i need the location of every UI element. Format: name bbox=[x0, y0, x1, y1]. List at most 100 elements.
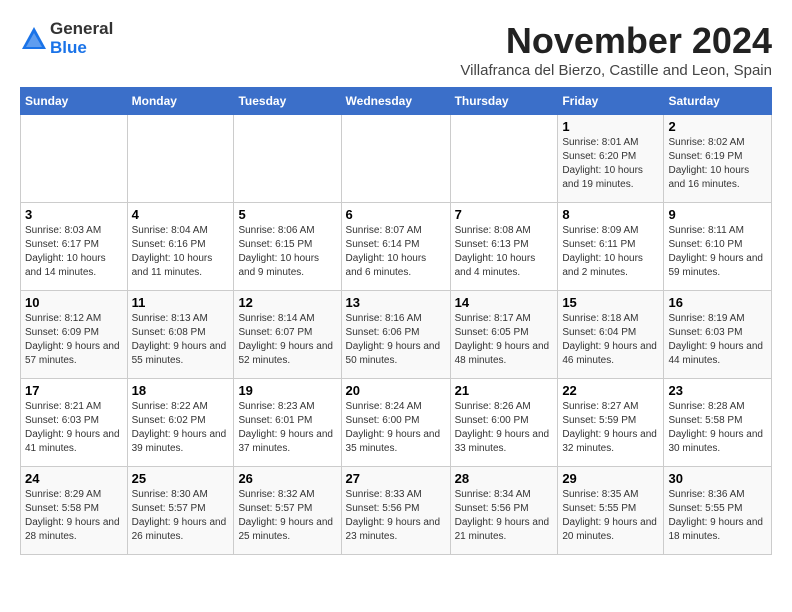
calendar-cell: 2 Sunrise: 8:02 AM Sunset: 6:19 PM Daylig… bbox=[664, 115, 772, 203]
day-number: 30 bbox=[668, 471, 767, 486]
calendar-week-row: 1 Sunrise: 8:01 AM Sunset: 6:20 PM Daylig… bbox=[21, 115, 772, 203]
day-info: Sunrise: 8:07 AM Sunset: 6:14 PM Dayligh… bbox=[346, 224, 446, 280]
day-info: Sunrise: 8:21 AM Sunset: 6:03 PM Dayligh… bbox=[25, 400, 123, 456]
logo: General Blue bbox=[20, 20, 113, 57]
day-info: Sunrise: 8:13 AM Sunset: 6:08 PM Dayligh… bbox=[132, 312, 230, 368]
calendar-cell: 20 Sunrise: 8:24 AM Sunset: 6:00 PM Dayli… bbox=[341, 379, 450, 467]
logo-icon bbox=[20, 25, 48, 53]
location-subtitle: Villafranca del Bierzo, Castille and Leo… bbox=[460, 62, 772, 79]
day-number: 14 bbox=[455, 295, 554, 310]
calendar-cell: 5Sunrise: 8:06 AM Sunset: 6:15 PM Daylig… bbox=[234, 203, 341, 291]
calendar-cell: 8Sunrise: 8:09 AM Sunset: 6:11 PM Daylig… bbox=[558, 203, 664, 291]
calendar-cell: 4 Sunrise: 8:04 AM Sunset: 6:16 PM Daylig… bbox=[127, 203, 234, 291]
calendar-cell: 14Sunrise: 8:17 AM Sunset: 6:05 PM Dayli… bbox=[450, 291, 558, 379]
day-number: 29 bbox=[562, 471, 659, 486]
logo-blue: Blue bbox=[50, 39, 113, 58]
calendar-cell bbox=[234, 115, 341, 203]
day-number: 7 bbox=[455, 207, 554, 222]
weekday-header-sunday: Sunday bbox=[21, 88, 128, 115]
weekday-header-tuesday: Tuesday bbox=[234, 88, 341, 115]
day-number: 8 bbox=[562, 207, 659, 222]
day-number: 21 bbox=[455, 383, 554, 398]
day-number: 19 bbox=[238, 383, 336, 398]
day-info: Sunrise: 8:06 AM Sunset: 6:15 PM Dayligh… bbox=[238, 224, 336, 280]
day-info: Sunrise: 8:30 AM Sunset: 5:57 PM Dayligh… bbox=[132, 488, 230, 544]
day-number: 18 bbox=[132, 383, 230, 398]
day-number: 16 bbox=[668, 295, 767, 310]
calendar-cell bbox=[341, 115, 450, 203]
calendar-cell bbox=[21, 115, 128, 203]
calendar-cell: 24 Sunrise: 8:29 AM Sunset: 5:58 PM Dayli… bbox=[21, 467, 128, 555]
calendar-table: SundayMondayTuesdayWednesdayThursdayFrid… bbox=[20, 87, 772, 555]
calendar-cell: 12 Sunrise: 8:14 AM Sunset: 6:07 PM Dayli… bbox=[234, 291, 341, 379]
day-number: 1 bbox=[562, 119, 659, 134]
day-info: Sunrise: 8:03 AM Sunset: 6:17 PM Dayligh… bbox=[25, 224, 123, 280]
calendar-cell: 6 Sunrise: 8:07 AM Sunset: 6:14 PM Daylig… bbox=[341, 203, 450, 291]
day-info: Sunrise: 8:01 AM Sunset: 6:20 PM Dayligh… bbox=[562, 136, 659, 192]
day-number: 11 bbox=[132, 295, 230, 310]
day-info: Sunrise: 8:18 AM Sunset: 6:04 PM Dayligh… bbox=[562, 312, 659, 368]
weekday-header-friday: Friday bbox=[558, 88, 664, 115]
day-info: Sunrise: 8:16 AM Sunset: 6:06 PM Dayligh… bbox=[346, 312, 446, 368]
day-info: Sunrise: 8:27 AM Sunset: 5:59 PM Dayligh… bbox=[562, 400, 659, 456]
day-info: Sunrise: 8:36 AM Sunset: 5:55 PM Dayligh… bbox=[668, 488, 767, 544]
title-section: November 2024 Villafranca del Bierzo, Ca… bbox=[460, 20, 772, 79]
day-info: Sunrise: 8:24 AM Sunset: 6:00 PM Dayligh… bbox=[346, 400, 446, 456]
day-info: Sunrise: 8:33 AM Sunset: 5:56 PM Dayligh… bbox=[346, 488, 446, 544]
calendar-cell: 11 Sunrise: 8:13 AM Sunset: 6:08 PM Dayli… bbox=[127, 291, 234, 379]
day-info: Sunrise: 8:12 AM Sunset: 6:09 PM Dayligh… bbox=[25, 312, 123, 368]
calendar-cell bbox=[450, 115, 558, 203]
day-info: Sunrise: 8:11 AM Sunset: 6:10 PM Dayligh… bbox=[668, 224, 767, 280]
day-info: Sunrise: 8:02 AM Sunset: 6:19 PM Dayligh… bbox=[668, 136, 767, 192]
calendar-cell: 23 Sunrise: 8:28 AM Sunset: 5:58 PM Dayli… bbox=[664, 379, 772, 467]
day-info: Sunrise: 8:08 AM Sunset: 6:13 PM Dayligh… bbox=[455, 224, 554, 280]
weekday-header-thursday: Thursday bbox=[450, 88, 558, 115]
calendar-body: 1 Sunrise: 8:01 AM Sunset: 6:20 PM Daylig… bbox=[21, 115, 772, 555]
day-number: 26 bbox=[238, 471, 336, 486]
day-number: 12 bbox=[238, 295, 336, 310]
day-number: 20 bbox=[346, 383, 446, 398]
day-info: Sunrise: 8:29 AM Sunset: 5:58 PM Dayligh… bbox=[25, 488, 123, 544]
calendar-cell: 7 Sunrise: 8:08 AM Sunset: 6:13 PM Daylig… bbox=[450, 203, 558, 291]
calendar-cell: 22Sunrise: 8:27 AM Sunset: 5:59 PM Dayli… bbox=[558, 379, 664, 467]
day-info: Sunrise: 8:23 AM Sunset: 6:01 PM Dayligh… bbox=[238, 400, 336, 456]
weekday-header-monday: Monday bbox=[127, 88, 234, 115]
calendar-cell: 27Sunrise: 8:33 AM Sunset: 5:56 PM Dayli… bbox=[341, 467, 450, 555]
day-info: Sunrise: 8:28 AM Sunset: 5:58 PM Dayligh… bbox=[668, 400, 767, 456]
calendar-cell: 1 Sunrise: 8:01 AM Sunset: 6:20 PM Daylig… bbox=[558, 115, 664, 203]
calendar-cell: 17 Sunrise: 8:21 AM Sunset: 6:03 PM Dayli… bbox=[21, 379, 128, 467]
day-number: 4 bbox=[132, 207, 230, 222]
calendar-week-row: 3 Sunrise: 8:03 AM Sunset: 6:17 PM Daylig… bbox=[21, 203, 772, 291]
day-number: 13 bbox=[346, 295, 446, 310]
logo-general: General bbox=[50, 20, 113, 39]
weekday-header-saturday: Saturday bbox=[664, 88, 772, 115]
day-number: 6 bbox=[346, 207, 446, 222]
day-number: 25 bbox=[132, 471, 230, 486]
calendar-cell: 15 Sunrise: 8:18 AM Sunset: 6:04 PM Dayli… bbox=[558, 291, 664, 379]
calendar-cell: 19 Sunrise: 8:23 AM Sunset: 6:01 PM Dayli… bbox=[234, 379, 341, 467]
calendar-cell: 21Sunrise: 8:26 AM Sunset: 6:00 PM Dayli… bbox=[450, 379, 558, 467]
calendar-cell: 29 Sunrise: 8:35 AM Sunset: 5:55 PM Dayli… bbox=[558, 467, 664, 555]
day-info: Sunrise: 8:04 AM Sunset: 6:16 PM Dayligh… bbox=[132, 224, 230, 280]
day-number: 15 bbox=[562, 295, 659, 310]
day-number: 17 bbox=[25, 383, 123, 398]
day-number: 2 bbox=[668, 119, 767, 134]
weekday-header-wednesday: Wednesday bbox=[341, 88, 450, 115]
day-number: 23 bbox=[668, 383, 767, 398]
page-header: General Blue November 2024 Villafranca d… bbox=[20, 20, 772, 79]
month-title: November 2024 bbox=[460, 20, 772, 62]
calendar-cell bbox=[127, 115, 234, 203]
day-info: Sunrise: 8:22 AM Sunset: 6:02 PM Dayligh… bbox=[132, 400, 230, 456]
calendar-cell: 25 Sunrise: 8:30 AM Sunset: 5:57 PM Dayli… bbox=[127, 467, 234, 555]
day-number: 24 bbox=[25, 471, 123, 486]
calendar-cell: 18 Sunrise: 8:22 AM Sunset: 6:02 PM Dayli… bbox=[127, 379, 234, 467]
day-number: 3 bbox=[25, 207, 123, 222]
day-info: Sunrise: 8:14 AM Sunset: 6:07 PM Dayligh… bbox=[238, 312, 336, 368]
calendar-week-row: 24 Sunrise: 8:29 AM Sunset: 5:58 PM Dayli… bbox=[21, 467, 772, 555]
calendar-cell: 16Sunrise: 8:19 AM Sunset: 6:03 PM Dayli… bbox=[664, 291, 772, 379]
day-info: Sunrise: 8:35 AM Sunset: 5:55 PM Dayligh… bbox=[562, 488, 659, 544]
calendar-cell: 3 Sunrise: 8:03 AM Sunset: 6:17 PM Daylig… bbox=[21, 203, 128, 291]
calendar-cell: 30 Sunrise: 8:36 AM Sunset: 5:55 PM Dayli… bbox=[664, 467, 772, 555]
day-number: 9 bbox=[668, 207, 767, 222]
calendar-cell: 9 Sunrise: 8:11 AM Sunset: 6:10 PM Daylig… bbox=[664, 203, 772, 291]
